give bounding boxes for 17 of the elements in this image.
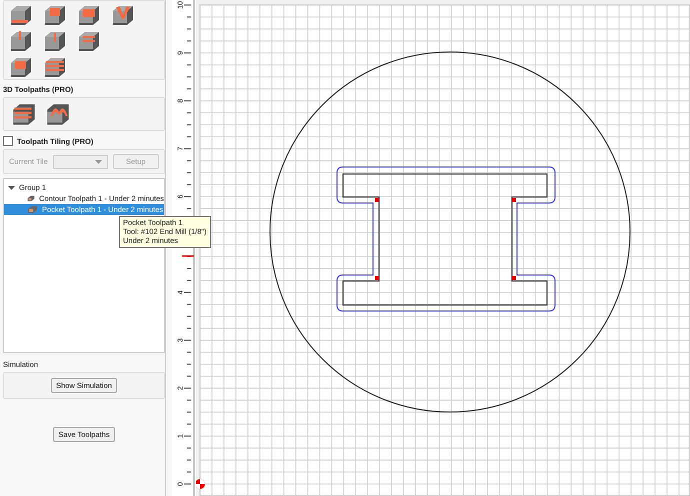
block-icon[interactable] xyxy=(76,3,102,27)
corner-marker xyxy=(512,276,516,280)
toolpath-icon xyxy=(27,205,38,214)
block-icon[interactable] xyxy=(76,29,102,53)
block-icon[interactable] xyxy=(42,55,68,79)
corner-marker xyxy=(375,198,379,202)
caret-icon xyxy=(94,160,102,164)
block-icon[interactable] xyxy=(42,3,68,27)
block-icon[interactable] xyxy=(8,55,34,79)
expand-arrow-icon[interactable] xyxy=(8,184,15,190)
toolpath-icon xyxy=(27,194,36,203)
block-icon[interactable] xyxy=(42,29,68,53)
corner-marker xyxy=(512,198,516,202)
block-icon[interactable] xyxy=(110,3,136,27)
block-icon[interactable] xyxy=(8,3,34,27)
corner-marker xyxy=(375,276,379,280)
block-icon[interactable] xyxy=(8,29,34,53)
